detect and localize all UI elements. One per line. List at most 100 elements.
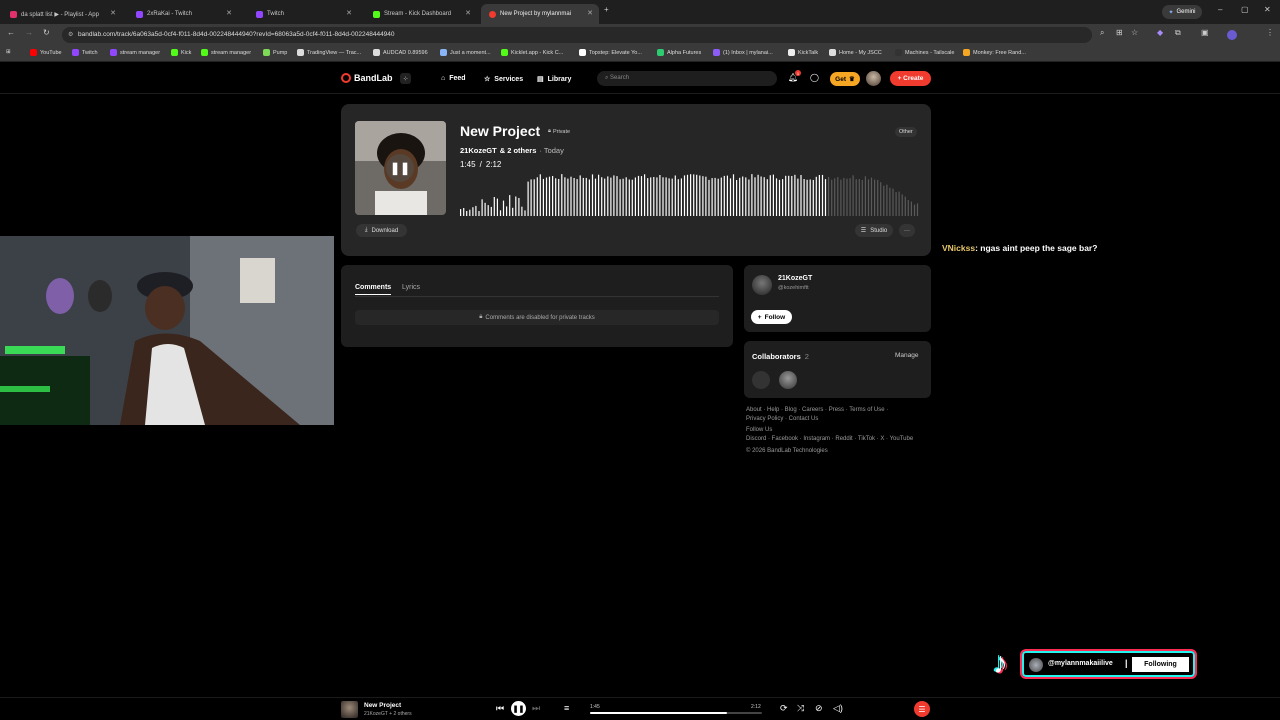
apps-icon[interactable]: ⊞ — [6, 49, 11, 55]
chat-message: VNickss: ngas aint peep the sage bar? — [942, 243, 1097, 253]
footer-links-2[interactable]: Privacy Policy · Contact Us — [746, 416, 818, 422]
tab-bandlab-active[interactable]: New Project by mylannmai ✕ — [481, 4, 599, 24]
bookmark-twitch[interactable]: Twitch — [72, 49, 98, 56]
bookmark-inbox[interactable]: (1) Inbox | mylanai... — [713, 49, 773, 56]
artist-link[interactable]: 21KozeGT — [460, 146, 497, 155]
menu-icon[interactable]: ⋮ — [1266, 28, 1274, 37]
bookmark-kicktalk[interactable]: KickTalk — [788, 49, 818, 56]
close-tab-icon[interactable]: ✕ — [110, 9, 116, 17]
follow-button[interactable]: + Follow — [751, 310, 792, 324]
monkey-icon — [963, 49, 970, 56]
bookmark-kicklet[interactable]: Kicklet.app - Kick C... — [501, 49, 563, 56]
site-info-icon[interactable]: ⚙ — [68, 31, 73, 38]
bookmark-just-a-moment[interactable]: Just a moment... — [440, 49, 491, 56]
tab-lyrics[interactable]: Lyrics — [402, 284, 420, 291]
artist-avatar[interactable] — [752, 275, 772, 295]
tab-playlist[interactable]: da splatt list ▶ - Playlist - App ✕ — [2, 4, 122, 24]
player-cover-thumb[interactable] — [341, 701, 358, 718]
apps-grid-icon[interactable]: ⁘ — [400, 73, 411, 84]
footer-links-1[interactable]: About · Help · Blog · Careers · Press · … — [746, 407, 888, 413]
bookmark-audcad[interactable]: AUDCAD 0.89596 — [373, 49, 428, 56]
player-title[interactable]: New Project — [364, 702, 401, 709]
forward-icon[interactable]: → — [25, 28, 33, 37]
mute-icon[interactable]: ⊘ — [815, 703, 823, 714]
bookmark-monkey[interactable]: Monkey: Free Rand... — [963, 49, 1026, 56]
bookmark-tailscale[interactable]: Machines - Tailscale — [895, 49, 954, 56]
maximize-icon[interactable]: ▢ — [1241, 5, 1249, 14]
waveform-bar — [460, 209, 462, 216]
close-tab-icon[interactable]: ✕ — [587, 9, 593, 17]
play-pause-button[interactable]: ❚❚ — [511, 701, 526, 716]
zoom-icon[interactable]: ⌕ — [1100, 28, 1104, 38]
tab-kick-dashboard[interactable]: Stream - Kick Dashboard ✕ — [365, 4, 477, 24]
next-icon[interactable]: ⏭ — [532, 703, 540, 714]
install-icon[interactable]: ⊞ — [1116, 28, 1123, 37]
kicktalk-icon — [788, 49, 795, 56]
close-tab-icon[interactable]: ✕ — [346, 9, 352, 17]
track-cover-art[interactable]: ❚❚ — [355, 121, 446, 215]
sidepanel-icon[interactable]: ▣ — [1201, 28, 1209, 37]
collaborator-avatar[interactable] — [779, 371, 797, 389]
back-icon[interactable]: ← — [7, 28, 15, 37]
minimize-icon[interactable]: – — [1218, 5, 1222, 14]
new-tab-icon[interactable]: + — [604, 5, 609, 14]
manage-link[interactable]: Manage — [895, 352, 919, 359]
profile-avatar[interactable] — [1227, 30, 1237, 40]
create-button[interactable]: + Create — [890, 71, 931, 86]
extension-icon[interactable]: ◆ — [1157, 28, 1163, 37]
close-tab-icon[interactable]: ✕ — [226, 9, 232, 17]
footer-social-links[interactable]: Discord · Facebook · Instagram · Reddit … — [746, 436, 913, 442]
bookmark-star-icon[interactable]: ☆ — [1131, 28, 1138, 37]
music-app-icon — [10, 10, 17, 18]
tab-comments[interactable]: Comments — [355, 284, 392, 295]
download-icon: ⤓ — [364, 227, 368, 233]
get-membership-button[interactable]: Get ♛ — [830, 72, 860, 86]
bookmark-youtube[interactable]: YouTube — [30, 49, 62, 56]
waveform-bar — [837, 177, 839, 216]
waveform-bar — [751, 174, 753, 216]
waveform-bar — [686, 174, 689, 216]
progress-track[interactable] — [590, 712, 762, 714]
gemini-button[interactable]: ✦ Gemini — [1162, 5, 1202, 19]
address-bar[interactable]: bandlab.com/track/6a063a5d-0cf4-f011-8d4… — [62, 27, 1092, 43]
others-link[interactable]: & 2 others — [500, 146, 537, 155]
puzzle-icon[interactable]: ⧉ — [1175, 28, 1181, 38]
waveform-bar — [683, 175, 686, 216]
tab-twitch[interactable]: Twitch ✕ — [248, 4, 358, 24]
user-avatar[interactable] — [866, 71, 881, 86]
nav-feed[interactable]: ⌂ Feed — [441, 75, 466, 82]
collaborator-avatar[interactable] — [752, 371, 770, 389]
bandlab-logo[interactable]: BandLab — [341, 73, 393, 83]
kick-icon — [373, 10, 380, 18]
genre-tag[interactable]: Other — [895, 127, 917, 137]
bookmark-stream-manager[interactable]: stream manager — [110, 49, 160, 56]
bookmark-topstep[interactable]: Topstep: Elevate Yo... — [579, 49, 642, 56]
artist-name[interactable]: 21KozeGT — [778, 275, 812, 282]
open-in-studio-button[interactable]: ☰ Studio — [855, 224, 893, 237]
messages-icon[interactable]: ◯ — [810, 73, 819, 82]
tab-twitch-rakai[interactable]: 2xRaKai - Twitch ✕ — [128, 4, 238, 24]
close-tab-icon[interactable]: ✕ — [465, 9, 471, 17]
nav-services[interactable]: ☆ Services — [484, 75, 523, 84]
more-options-button[interactable]: ··· — [899, 224, 915, 237]
queue-icon[interactable]: ≡ — [564, 703, 569, 713]
comments-disabled-notice: 🔒︎ Comments are disabled for private tra… — [355, 310, 719, 325]
close-window-icon[interactable]: ✕ — [1264, 5, 1271, 14]
bookmark-tradingview[interactable]: TradingView — Trac... — [297, 49, 361, 56]
search-input[interactable]: ⌕ Search — [597, 71, 777, 86]
repeat-icon[interactable]: ⟳ — [780, 703, 788, 714]
waveform[interactable] — [460, 170, 920, 216]
bookmark-stream-manager-kick[interactable]: stream manager — [201, 49, 251, 56]
queue-panel-button[interactable]: ☰ — [914, 701, 930, 717]
bookmark-alpha-futures[interactable]: Alpha Futures — [657, 49, 701, 56]
nav-library[interactable]: ▤ Library — [537, 75, 571, 84]
volume-icon[interactable]: ◁) — [833, 703, 843, 714]
shuffle-icon[interactable]: ⤨ — [797, 703, 804, 714]
bookmark-kick[interactable]: Kick — [171, 49, 191, 56]
previous-icon[interactable]: ⏮ — [496, 703, 504, 714]
bookmark-jscc[interactable]: Home - My JSCC — [829, 49, 882, 56]
reload-icon[interactable]: ↻ — [43, 28, 50, 37]
pause-icon[interactable]: ❚❚ — [386, 154, 414, 182]
bookmark-pump[interactable]: Pump — [263, 49, 287, 56]
download-button[interactable]: ⤓ Download — [356, 224, 407, 237]
